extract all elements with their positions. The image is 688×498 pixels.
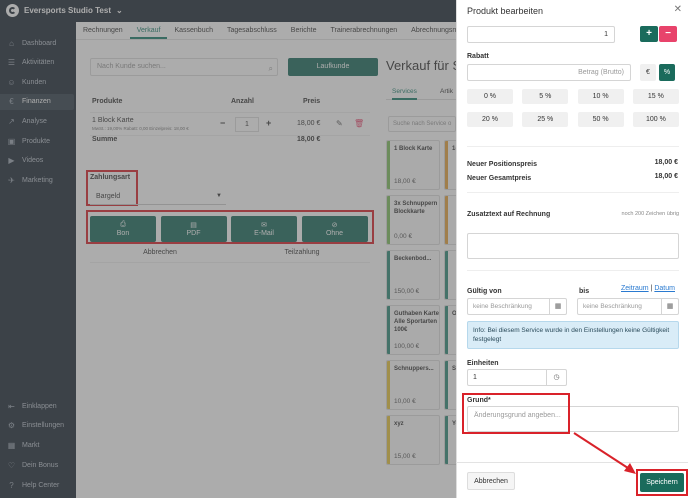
app-root: Eversports Studio Test ⌄ ⌂Dashboard☰Akti… [0, 0, 688, 498]
annotation-arrow-icon [573, 432, 636, 474]
